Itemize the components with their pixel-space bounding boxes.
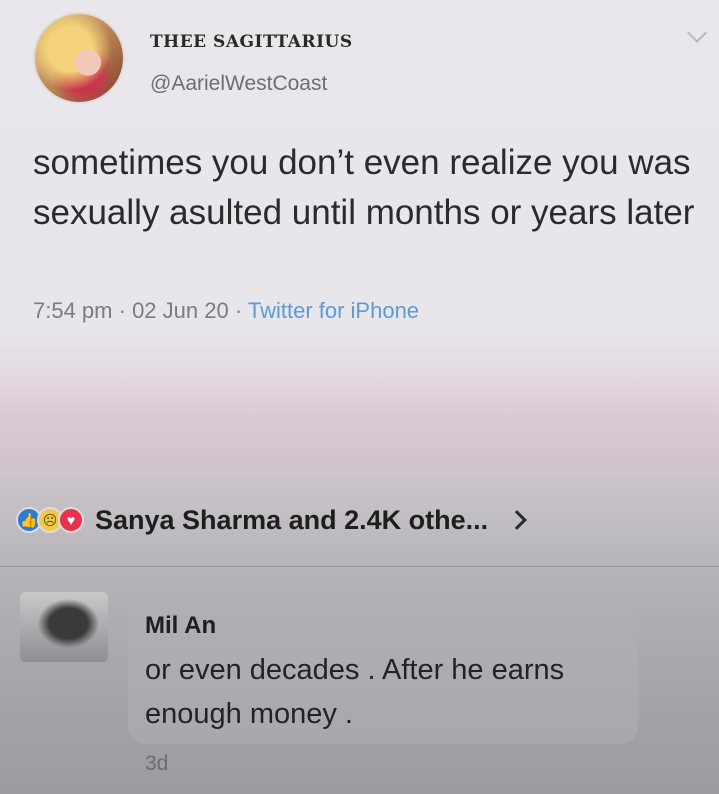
display-name[interactable]: THEE SAGITTARIUS	[150, 32, 353, 52]
comment-author[interactable]: Mil An	[145, 612, 216, 640]
divider	[0, 566, 719, 567]
tweet-text: sometimes you don’t even realize you was…	[33, 143, 695, 232]
love-icon: ♥	[58, 507, 84, 533]
comment-text: or even decades . After he earns enough …	[145, 654, 565, 730]
reactions-bar[interactable]: 👍 ☹ ♥ Sanya Sharma and 2.4K othe...	[16, 500, 528, 540]
commenter-avatar[interactable]	[20, 592, 108, 662]
meta-separator: ·	[112, 298, 133, 323]
user-handle[interactable]: @AarielWestCoast	[150, 72, 327, 96]
comment-time: 3d	[145, 752, 169, 775]
reactions-summary[interactable]: Sanya Sharma and 2.4K othe...	[95, 505, 488, 536]
meta-separator: ·	[228, 298, 248, 323]
tweet-date: 02 Jun 20	[132, 298, 229, 323]
user-avatar[interactable]	[33, 12, 125, 104]
chevron-right-icon[interactable]	[507, 510, 528, 530]
tweet-meta: 7:54 pm · 02 Jun 20 · Twitter for iPhone	[33, 298, 419, 324]
tweet-card: THEE SAGITTARIUS @AarielWestCoast someti…	[0, 0, 719, 470]
tweet-source-link[interactable]: Twitter for iPhone	[248, 298, 419, 323]
tweet-time: 7:54 pm	[33, 298, 113, 323]
chevron-down-icon[interactable]	[687, 23, 707, 43]
